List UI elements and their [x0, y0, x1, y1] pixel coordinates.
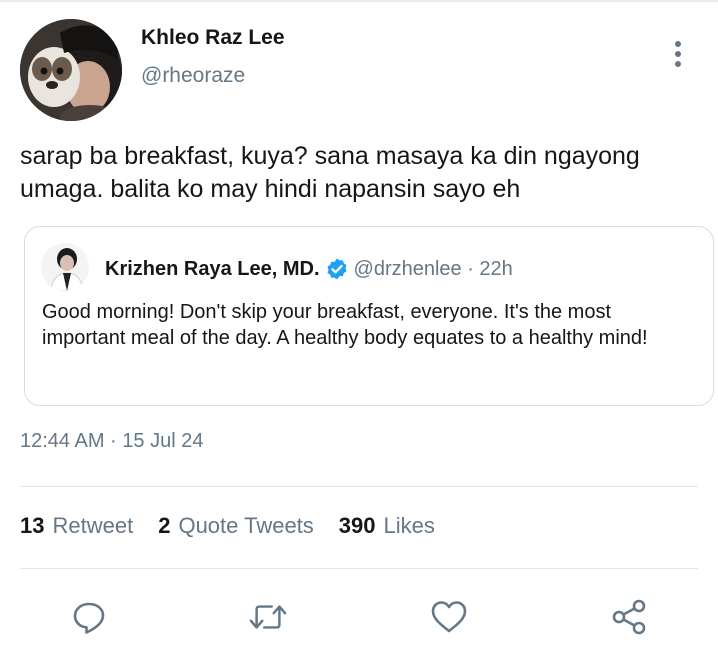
quoted-header: Krizhen Raya Lee, MD. @drzhenlee · 22h: [105, 257, 513, 281]
quoted-avatar[interactable]: [41, 243, 89, 291]
verified-badge-icon: [325, 257, 349, 281]
quoted-avatar-image: [41, 243, 89, 291]
quoted-name[interactable]: Krizhen Raya Lee, MD.: [105, 258, 320, 281]
retweets-stat[interactable]: 13 Retweet: [20, 513, 133, 539]
like-button[interactable]: [430, 598, 468, 636]
share-button[interactable]: [610, 598, 648, 636]
avatar-image: [20, 19, 122, 121]
quotes-count: 2: [158, 513, 171, 538]
top-divider: [0, 0, 718, 2]
retweet-button[interactable]: [249, 598, 287, 636]
likes-count: 390: [338, 513, 376, 538]
author-handle[interactable]: @rheoraze: [141, 64, 245, 88]
retweets-label: Retweet: [52, 513, 134, 538]
tweet-text: sarap ba breakfast, kuya? sana masaya ka…: [20, 142, 640, 203]
author-name[interactable]: Khleo Raz Lee: [141, 26, 285, 50]
reply-button[interactable]: [70, 598, 108, 636]
reply-icon: [73, 602, 105, 634]
quotes-stat[interactable]: 2 Quote Tweets: [158, 513, 314, 539]
quotes-label: Quote Tweets: [178, 513, 314, 538]
engagement-stats: 13 Retweet 2 Quote Tweets 390 Likes: [20, 513, 435, 539]
quoted-tweet-card[interactable]: Krizhen Raya Lee, MD. @drzhenlee · 22h G…: [24, 226, 714, 406]
divider: [20, 486, 698, 487]
divider: [20, 568, 698, 569]
more-options-button[interactable]: [660, 36, 696, 72]
retweet-icon: [249, 605, 287, 629]
likes-stat[interactable]: 390 Likes: [339, 513, 435, 539]
quoted-handle-time: @drzhenlee · 22h: [353, 257, 513, 280]
heart-icon: [431, 601, 467, 633]
retweets-count: 13: [20, 513, 45, 538]
more-vertical-icon: [675, 41, 681, 67]
quoted-text: Good morning! Don't skip your breakfast,…: [42, 301, 648, 349]
author-avatar[interactable]: [20, 19, 122, 121]
share-icon: [612, 599, 646, 635]
tweet-timestamp[interactable]: 12:44 AM · 15 Jul 24: [20, 430, 203, 453]
likes-label: Likes: [383, 513, 435, 538]
